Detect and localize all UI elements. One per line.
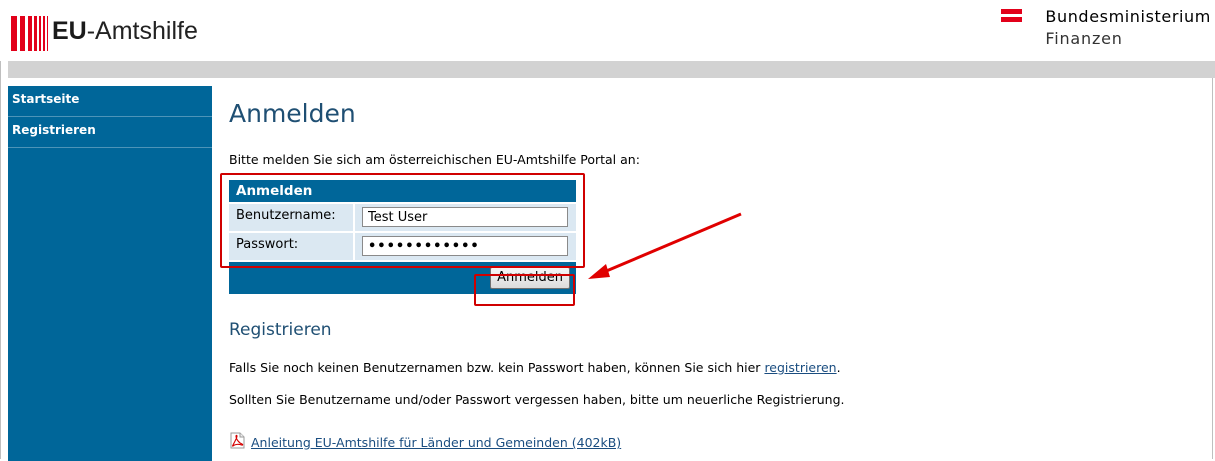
header-divider-bar xyxy=(8,61,1215,78)
forgot-credentials-text: Sollten Sie Benutzername und/oder Passwo… xyxy=(229,392,845,407)
highlight-box-login-button xyxy=(474,274,575,306)
app-logo-text[interactable]: EU-Amtshilfe xyxy=(52,17,198,46)
register-heading: Registrieren xyxy=(229,320,332,340)
highlight-box-login-form xyxy=(220,173,585,268)
austrian-flag-icon xyxy=(1001,9,1022,25)
sidebar: Startseite Registrieren xyxy=(8,86,212,461)
pdf-guide-link[interactable]: Anleitung EU-Amtshilfe für Länder und Ge… xyxy=(251,435,621,450)
pdf-download: Anleitung EU-Amtshilfe für Länder und Ge… xyxy=(229,432,621,450)
sidebar-item-startseite[interactable]: Startseite xyxy=(8,86,212,117)
register-info-before: Falls Sie noch keinen Benutzernamen bzw.… xyxy=(229,360,765,375)
intro-text: Bitte melden Sie sich am österreichische… xyxy=(229,152,640,167)
ministry-line1: Bundesministerium xyxy=(1045,7,1211,26)
ministry-logo: Bundesministerium Finanzen xyxy=(1045,6,1211,50)
register-info-after: . xyxy=(836,360,841,375)
header: EU-Amtshilfe Bundesministerium Finanzen xyxy=(0,0,1215,61)
logo-rest: -Amtshilfe xyxy=(86,17,198,45)
logo-bold: EU xyxy=(52,17,87,45)
pdf-icon[interactable] xyxy=(229,432,246,449)
register-info-text: Falls Sie noch keinen Benutzernamen bzw.… xyxy=(229,360,841,375)
register-link[interactable]: registrieren xyxy=(764,360,836,375)
main-content: Anmelden Bitte melden Sie sich am österr… xyxy=(229,96,1199,450)
ministry-line2: Finanzen xyxy=(1045,29,1123,48)
page-title: Anmelden xyxy=(229,99,356,128)
sidebar-item-registrieren[interactable]: Registrieren xyxy=(8,117,212,148)
